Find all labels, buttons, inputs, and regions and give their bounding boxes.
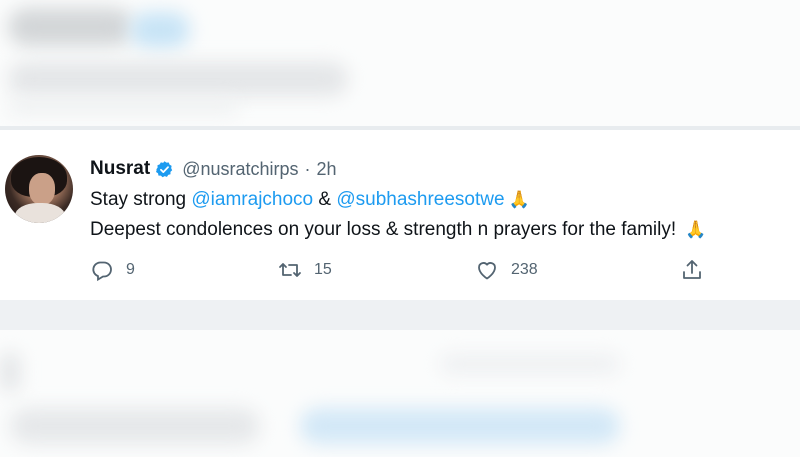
retweet-button[interactable]: 15 <box>278 258 332 282</box>
avatar-shoulder <box>15 203 65 223</box>
tweet-text-line-2: Deepest condolences on your loss & stren… <box>90 218 707 242</box>
reply-count: 9 <box>126 261 135 278</box>
like-icon <box>478 262 496 280</box>
separator-dot: · <box>304 158 311 179</box>
blurred-link <box>300 408 620 444</box>
like-button[interactable]: 238 <box>475 258 538 282</box>
like-count: 238 <box>511 261 538 278</box>
reply-icon <box>92 261 112 282</box>
retweet-count: 15 <box>314 261 332 278</box>
blurred-header <box>440 354 620 374</box>
blurred-avatar <box>0 352 20 392</box>
tweet-actions: 9 15 238 <box>0 258 800 286</box>
share-icon <box>683 260 701 279</box>
display-name[interactable]: Nusrat <box>90 158 150 180</box>
retweet-icon <box>279 263 301 277</box>
blurred-text-secondary <box>8 100 238 114</box>
blurred-text <box>10 408 260 444</box>
blurred-badge <box>130 12 190 48</box>
divider <box>0 300 800 330</box>
folded-hands-emoji: 🙏 <box>508 190 530 209</box>
tweet-header: Nusrat @nusratchirps · 2h <box>90 157 337 181</box>
mention-iamrajchoco[interactable]: @iamrajchoco <box>191 189 313 210</box>
text-connector: & <box>313 189 337 210</box>
blurred-text <box>8 62 348 96</box>
blurred-next-tweet <box>0 330 800 457</box>
reply-button[interactable]: 9 <box>90 258 135 282</box>
mention-subhashreesotwe[interactable]: @subhashreesotwe <box>336 189 504 210</box>
folded-hands-emoji: 🙏 <box>685 220 707 239</box>
timestamp[interactable]: 2h <box>317 159 337 180</box>
tweet-text-line-1: Stay strong @iamrajchoco & @subhashreeso… <box>90 188 530 212</box>
blurred-name <box>8 8 133 46</box>
text-prefix: Stay strong <box>90 189 192 210</box>
avatar-face <box>29 173 55 205</box>
tweet-card[interactable]: Nusrat @nusratchirps · 2h Stay strong @i… <box>0 130 800 300</box>
share-button[interactable] <box>680 258 704 282</box>
verified-badge-icon <box>156 160 173 177</box>
text-body: Deepest condolences on your loss & stren… <box>90 219 682 240</box>
blurred-previous-tweet <box>0 0 800 128</box>
handle[interactable]: @nusratchirps <box>182 159 298 180</box>
avatar[interactable] <box>5 155 73 223</box>
